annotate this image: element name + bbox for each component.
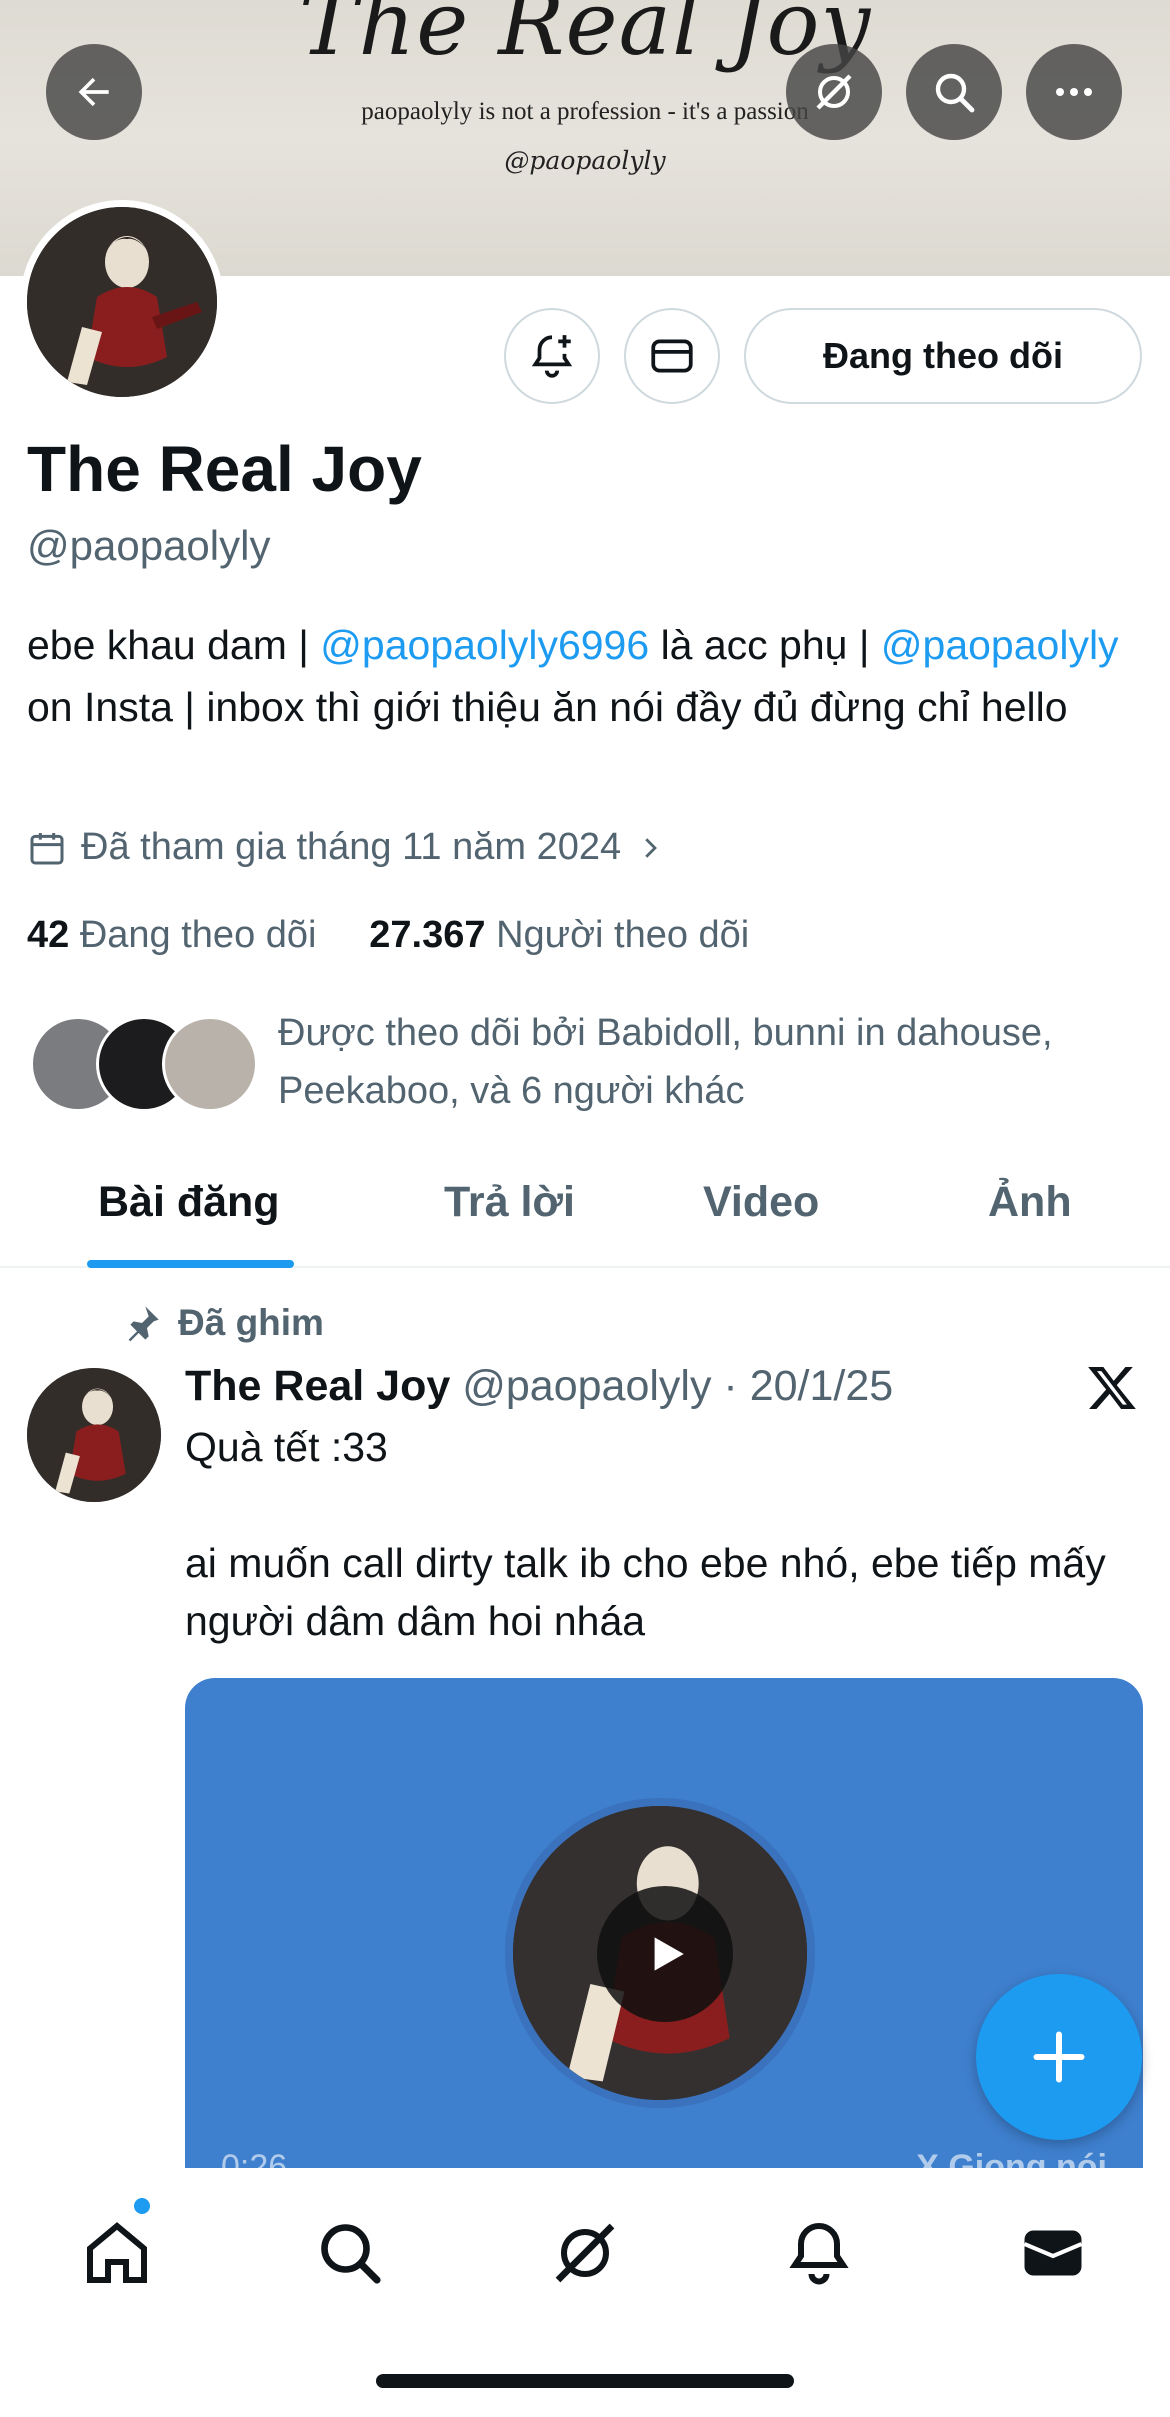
profile-avatar[interactable]	[20, 200, 224, 404]
play-button[interactable]	[597, 1886, 733, 2022]
profile-bio: ebe khau dam | @paopaolyly6996 là acc ph…	[27, 614, 1147, 738]
post-author-handle[interactable]: @paopaolyly	[462, 1362, 711, 1410]
following-button[interactable]: Đang theo dõi	[744, 308, 1142, 404]
more-icon	[1056, 88, 1092, 96]
more-button[interactable]	[1026, 44, 1122, 140]
search-icon	[321, 2224, 381, 2284]
following-label: Đang theo dõi	[79, 914, 317, 956]
home-icon	[87, 2222, 147, 2283]
tab-posts[interactable]: Bài đăng	[98, 1178, 280, 1227]
followed-by-avatars[interactable]	[30, 1016, 260, 1112]
notifications-icon	[789, 2222, 849, 2285]
chevron-right-icon	[645, 837, 658, 858]
x-logo-icon	[1088, 1366, 1136, 1410]
avatar-image	[27, 207, 217, 397]
profile-tabs: Bài đăng Trả lời Video Ảnh	[0, 1160, 1170, 1268]
bio-mention-link[interactable]: @paopaolyly6996	[320, 622, 649, 668]
tab-replies[interactable]: Trả lời	[444, 1178, 575, 1227]
post-separator: ·	[711, 1362, 750, 1410]
profile-handle: @paopaolyly	[27, 522, 271, 569]
home-indicator	[376, 2374, 794, 2388]
tab-video[interactable]: Video	[703, 1178, 819, 1227]
avatar	[162, 1016, 258, 1112]
play-icon	[654, 1937, 684, 1971]
pin-icon	[128, 1306, 159, 1342]
unread-dot	[134, 2198, 150, 2214]
post-header: The Real Joy @paopaolyly · 20/1/25	[185, 1362, 893, 1411]
post-date[interactable]: 20/1/25	[750, 1362, 893, 1410]
nav-search[interactable]	[305, 2208, 395, 2298]
profile-name: The Real Joy	[27, 433, 422, 505]
followers-count: 27.367	[369, 914, 486, 956]
follow-stats: 42 Đang theo dõi 27.367 Người theo dõi	[27, 914, 749, 957]
grok-button[interactable]	[786, 44, 882, 140]
back-button[interactable]	[46, 44, 142, 140]
search-button[interactable]	[906, 44, 1002, 140]
pinned-label: Đã ghim	[122, 1302, 324, 1344]
messages-icon	[1023, 2230, 1083, 2276]
envelope-icon	[651, 339, 693, 373]
bell-plus-icon	[531, 335, 573, 378]
joined-text: Đã tham gia tháng 11 năm 2024	[81, 826, 622, 868]
bio-text: ebe khau dam |	[27, 622, 321, 668]
nav-home[interactable]	[72, 2208, 162, 2298]
followers-stat[interactable]: 27.367 Người theo dõi	[369, 914, 749, 956]
pinned-text: Đã ghim	[178, 1302, 324, 1343]
bio-text: on Insta | inbox thì giới thiệu ăn nói đ…	[27, 684, 1068, 730]
post-line: ai muốn call dirty talk ib cho ebe nhó, …	[185, 1540, 1106, 1644]
notify-button[interactable]	[504, 308, 600, 404]
nav-messages[interactable]	[1008, 2208, 1098, 2298]
bio-mention-link[interactable]: @paopaolyly	[881, 622, 1119, 668]
tab-photos[interactable]: Ảnh	[988, 1178, 1072, 1227]
banner-handle: @paopaolyly	[504, 146, 666, 175]
compose-button[interactable]	[976, 1974, 1142, 2140]
search-icon	[935, 73, 975, 113]
grok-icon	[555, 2223, 615, 2283]
post-author-name[interactable]: The Real Joy	[185, 1362, 450, 1410]
joined-date[interactable]: Đã tham gia tháng 11 năm 2024	[27, 826, 665, 869]
plus-icon	[1033, 2031, 1085, 2083]
nav-grok[interactable]	[540, 2208, 630, 2298]
following-stat[interactable]: 42 Đang theo dõi	[27, 914, 316, 956]
followed-by-text[interactable]: Được theo dõi bởi Babidoll, bunni in dah…	[278, 1004, 1148, 1120]
post-author-avatar[interactable]	[27, 1368, 161, 1502]
message-button[interactable]	[624, 308, 720, 404]
followers-label: Người theo dõi	[496, 914, 750, 956]
calendar-icon	[30, 832, 64, 864]
bio-text: là acc phụ |	[649, 622, 881, 668]
post-line: Quà tết :33	[185, 1424, 388, 1470]
nav-notifications[interactable]	[774, 2208, 864, 2298]
grok-icon	[816, 74, 852, 110]
active-tab-indicator	[87, 1260, 294, 1268]
following-count: 42	[27, 914, 70, 956]
post-body: Quà tết :33 ai muốn call dirty talk ib c…	[185, 1418, 1145, 1708]
back-arrow-icon	[78, 77, 109, 107]
banner-title: The Real Joy	[298, 0, 872, 75]
